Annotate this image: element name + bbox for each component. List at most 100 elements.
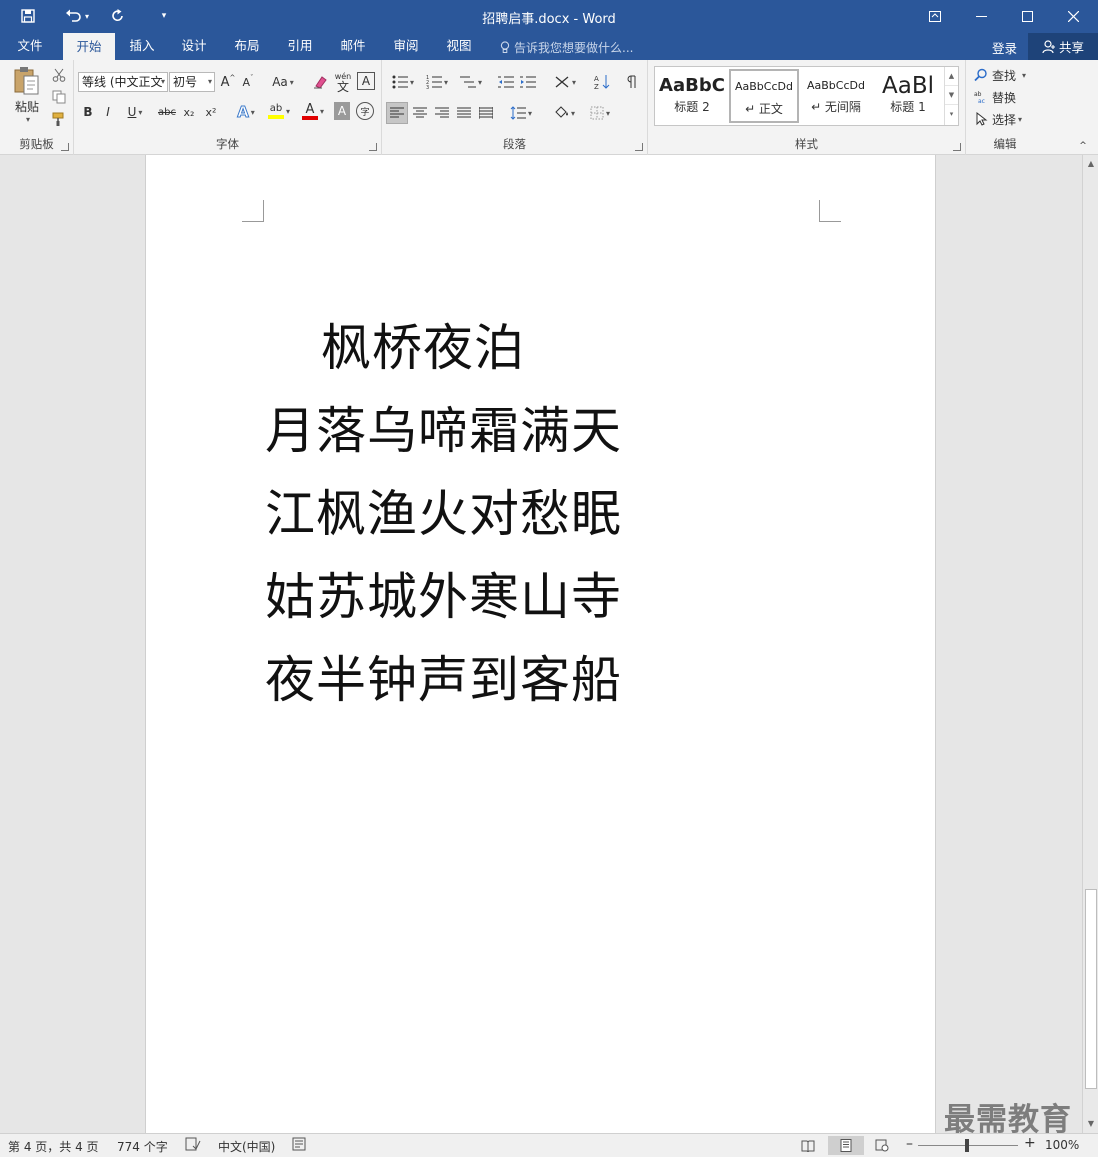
scroll-up-icon[interactable]: ▲: [1083, 157, 1098, 171]
font-color-button[interactable]: A ▾: [298, 100, 328, 122]
font-launcher-icon[interactable]: [369, 143, 377, 151]
character-shading-icon[interactable]: A: [334, 102, 350, 120]
bold-button[interactable]: B: [80, 102, 96, 122]
page-count[interactable]: 第 4 页，共 4 页: [8, 1138, 99, 1155]
person-icon: [1042, 39, 1055, 53]
zoom-slider-thumb[interactable]: [965, 1139, 969, 1152]
numbering-button[interactable]: 1 2 3 ▾: [422, 72, 452, 92]
format-painter-icon[interactable]: [50, 110, 68, 128]
editing-group-label: 编辑: [993, 137, 1017, 151]
collapse-ribbon-icon[interactable]: ^: [1076, 140, 1090, 152]
tab-view[interactable]: 视图: [437, 33, 481, 60]
line-spacing-button[interactable]: ▾: [506, 102, 536, 124]
share-button[interactable]: 共享: [1028, 33, 1098, 60]
shrink-font-icon[interactable]: Aˇ: [240, 72, 256, 92]
copy-icon[interactable]: [50, 88, 68, 106]
macro-icon[interactable]: [292, 1137, 306, 1154]
distributed-icon[interactable]: [476, 102, 496, 124]
phonetic-guide-icon[interactable]: wén 文: [332, 70, 354, 94]
bullets-button[interactable]: ▾: [388, 72, 418, 92]
tell-me-box[interactable]: 告诉我您想要做什么...: [500, 39, 633, 56]
ribbon-display-options-icon[interactable]: [912, 0, 958, 33]
font-group: 等线 (中文正文 ▾ 初号 ▾ A ^ Aˇ Aa ▾ wén 文 A B I U ▾ a…: [74, 60, 382, 155]
scrollbar-thumb[interactable]: [1085, 889, 1097, 1089]
clear-formatting-icon[interactable]: [310, 72, 330, 92]
watermark: 最需教育: [944, 1102, 1072, 1138]
styles-launcher-icon[interactable]: [953, 143, 961, 151]
multilevel-list-button[interactable]: ▾: [456, 72, 486, 92]
tab-file[interactable]: 文件: [8, 33, 52, 60]
zoom-out-icon[interactable]: –: [906, 1136, 913, 1152]
login-link[interactable]: 登录: [992, 38, 1017, 57]
font-name-combo[interactable]: 等线 (中文正文 ▾: [78, 72, 168, 92]
scroll-down-icon[interactable]: ▼: [1083, 1117, 1098, 1131]
increase-indent-icon[interactable]: [518, 72, 538, 92]
shading-button[interactable]: ▾: [548, 102, 580, 124]
asian-layout-button[interactable]: ▾: [550, 72, 580, 92]
align-center-icon[interactable]: [410, 102, 430, 124]
close-icon[interactable]: [1050, 0, 1096, 33]
decrease-indent-icon[interactable]: [496, 72, 516, 92]
tab-insert[interactable]: 插入: [120, 33, 164, 60]
read-mode-icon[interactable]: [798, 1136, 818, 1155]
paragraph-group-label: 段落: [503, 137, 526, 151]
svg-text:A: A: [594, 75, 599, 83]
align-right-icon[interactable]: [432, 102, 452, 124]
clipboard-launcher-icon[interactable]: [61, 143, 69, 151]
language-indicator[interactable]: 中文(中国): [218, 1138, 275, 1155]
tab-mailings[interactable]: 邮件: [331, 33, 375, 60]
style-no-spacing[interactable]: AaBbCcDd ↵ 无间隔: [801, 69, 871, 123]
asian-layout-icon: [555, 76, 569, 88]
tab-review[interactable]: 审阅: [384, 33, 428, 60]
highlight-button[interactable]: ab ▾: [264, 100, 294, 122]
gallery-down-icon[interactable]: ▼: [945, 86, 958, 105]
strikethrough-button[interactable]: abc: [156, 102, 178, 122]
superscript-button[interactable]: x²: [202, 102, 220, 122]
change-case-label: Aa: [272, 75, 288, 89]
share-label: 共享: [1058, 40, 1084, 55]
style-normal[interactable]: AaBbCcDd ↵ 正文: [729, 69, 799, 123]
zoom-level[interactable]: 100%: [1045, 1138, 1079, 1152]
document-page[interactable]: 枫桥夜泊 月落乌啼霜满天 江枫渔火对愁眠 姑苏城外寒山寺 夜半钟声到客船: [145, 155, 936, 1133]
vertical-scrollbar[interactable]: ▲ ▼: [1082, 155, 1098, 1133]
gallery-up-icon[interactable]: ▲: [945, 67, 958, 86]
borders-button[interactable]: ▾: [584, 102, 616, 124]
text-effects-button[interactable]: A ▾: [232, 102, 260, 122]
tab-layout[interactable]: 布局: [225, 33, 269, 60]
svg-text:ab: ab: [974, 91, 982, 98]
word-count[interactable]: 774 个字: [117, 1138, 168, 1155]
replace-button[interactable]: ab ac 替换: [974, 88, 1040, 106]
find-button[interactable]: 查找 ▾: [974, 66, 1040, 84]
paragraph-launcher-icon[interactable]: [635, 143, 643, 151]
underline-button[interactable]: U ▾: [122, 102, 148, 122]
font-size-combo[interactable]: 初号 ▾: [169, 72, 215, 92]
proofing-icon[interactable]: [185, 1137, 201, 1154]
italic-button[interactable]: I: [100, 102, 116, 122]
cut-icon[interactable]: [50, 66, 68, 84]
grow-font-icon[interactable]: A ^: [220, 72, 236, 92]
style-heading-2[interactable]: AaBbC 标题 2: [657, 69, 727, 123]
align-left-icon[interactable]: [386, 102, 408, 124]
sort-icon[interactable]: AZ: [592, 72, 612, 92]
maximize-icon[interactable]: [1004, 0, 1050, 33]
show-formatting-marks-icon[interactable]: [622, 72, 642, 92]
web-layout-icon[interactable]: [872, 1136, 892, 1155]
tab-references[interactable]: 引用: [278, 33, 322, 60]
select-button[interactable]: 选择 ▾: [974, 110, 1040, 128]
justify-icon[interactable]: [454, 102, 474, 124]
document-area: 枫桥夜泊 月落乌啼霜满天 江枫渔火对愁眠 姑苏城外寒山寺 夜半钟声到客船: [0, 155, 1082, 1133]
svg-text:ac: ac: [978, 98, 985, 104]
print-layout-icon[interactable]: [828, 1136, 864, 1155]
tab-home[interactable]: 开始: [63, 33, 115, 60]
tab-design[interactable]: 设计: [172, 33, 216, 60]
style-heading-1[interactable]: AaBl 标题 1: [873, 69, 943, 123]
paste-button[interactable]: 粘贴 ▾: [8, 64, 46, 126]
gallery-more-icon[interactable]: ▾: [945, 105, 958, 124]
character-border-icon[interactable]: A: [357, 72, 375, 90]
subscript-button[interactable]: x₂: [180, 102, 198, 122]
poem-line-1: 月落乌啼霜满天: [265, 402, 622, 460]
enclose-characters-icon[interactable]: 字: [356, 102, 374, 120]
minimize-icon[interactable]: [958, 0, 1004, 33]
change-case-button[interactable]: Aa ▾: [268, 72, 298, 92]
svg-text:3: 3: [426, 85, 429, 89]
